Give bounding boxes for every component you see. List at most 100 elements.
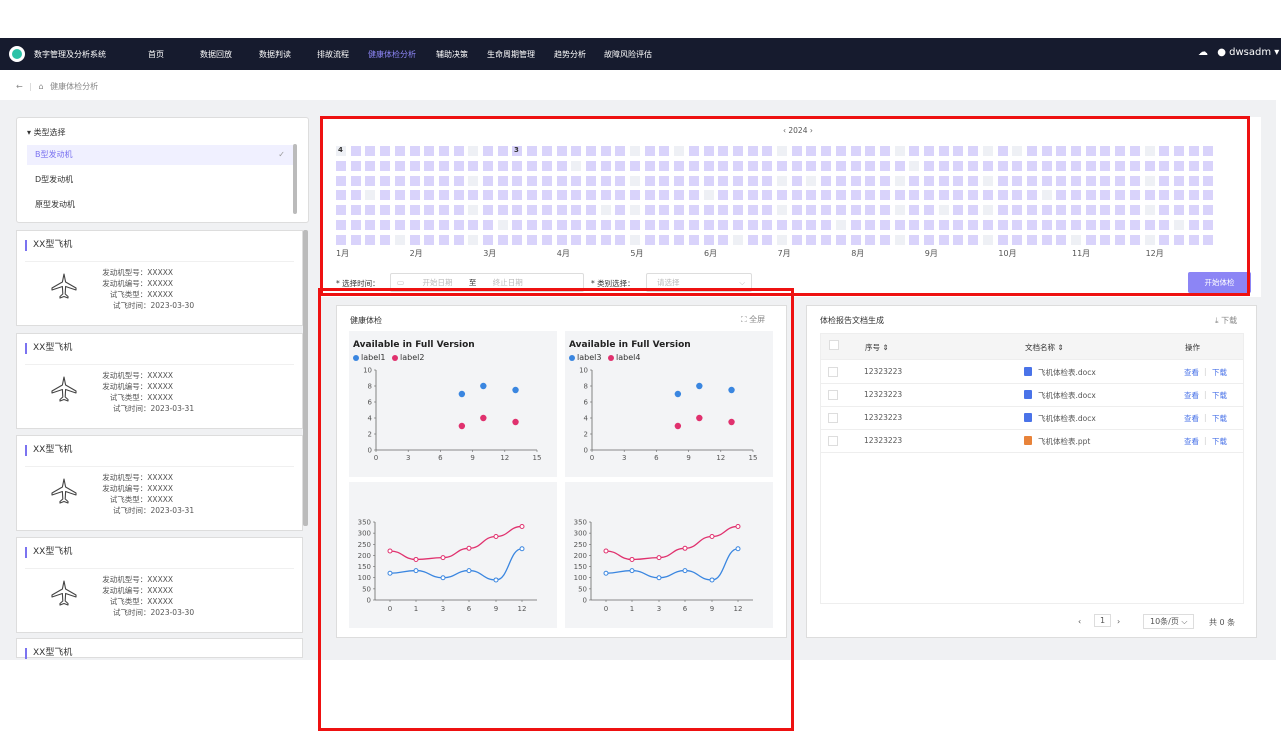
x-tick-label: 12 (734, 605, 743, 613)
col-doc-name[interactable]: 文档名称 ⇕ (1025, 342, 1064, 353)
x-tick-label: 15 (533, 454, 542, 462)
row-no: 12323223 (864, 413, 903, 422)
scatter-point[interactable] (728, 386, 735, 394)
y-tick-label: 200 (574, 552, 587, 560)
scatter-point[interactable] (480, 382, 487, 390)
y-tick-label: 0 (583, 597, 587, 605)
scatter-point[interactable] (674, 390, 682, 398)
row-checkbox[interactable] (828, 367, 838, 377)
line-point[interactable] (413, 568, 419, 574)
x-tick-label: 6 (683, 605, 688, 613)
download-link[interactable]: 下载 (1212, 367, 1227, 378)
x-tick-label: 1 (414, 605, 418, 613)
download-button[interactable]: ⤓ 下载 (1215, 315, 1237, 326)
row-checkbox[interactable] (828, 390, 838, 400)
scatter-point[interactable] (512, 386, 519, 394)
scatter-point[interactable] (728, 418, 735, 426)
download-link[interactable]: 下载 (1212, 390, 1227, 401)
view-link[interactable]: 查看 (1184, 436, 1199, 447)
report-title: 体检报告文档生成 (820, 316, 884, 325)
pagination-next[interactable]: › (1117, 617, 1120, 626)
pagination-page[interactable]: 1 (1094, 614, 1112, 627)
line-point[interactable] (603, 570, 609, 576)
y-tick-label: 4 (368, 415, 373, 423)
table-row: 12323223 飞机体检表.docx 查看 | 下载 (820, 384, 1244, 407)
row-checkbox[interactable] (828, 436, 838, 446)
line-point[interactable] (656, 575, 662, 581)
col-action: 操作 (1185, 343, 1200, 352)
x-tick-label: 0 (388, 605, 392, 613)
select-all-checkbox[interactable] (829, 340, 839, 350)
line-point[interactable] (387, 570, 393, 576)
line-point[interactable] (493, 533, 499, 539)
table-row: 12323223 飞机体检表.docx 查看 | 下载 (820, 407, 1244, 430)
pagination-prev[interactable]: ‹ (1078, 617, 1081, 626)
page-size-select[interactable]: 10条/页 ⌵ (1143, 614, 1195, 629)
y-tick-label: 2 (368, 431, 372, 439)
line-point[interactable] (656, 555, 662, 561)
y-tick-label: 350 (358, 519, 371, 527)
x-tick-label: 0 (374, 454, 378, 462)
x-tick-label: 12 (518, 605, 527, 613)
line-point[interactable] (735, 546, 741, 552)
line-point[interactable] (466, 545, 472, 551)
line-point[interactable] (519, 546, 525, 552)
scatter-point[interactable] (480, 414, 487, 422)
line-point[interactable] (440, 555, 446, 561)
line-point[interactable] (493, 577, 499, 583)
row-checkbox[interactable] (828, 413, 838, 423)
scatter-point[interactable] (458, 390, 466, 398)
y-tick-label: 4 (584, 415, 589, 423)
line-point[interactable] (629, 568, 635, 574)
x-tick-label: 9 (470, 454, 474, 462)
table-row: 12323223 飞机体检表.ppt 查看 | 下载 (820, 430, 1244, 453)
line-point[interactable] (519, 523, 525, 529)
x-tick-label: 6 (467, 605, 472, 613)
col-no[interactable]: 序号 ⇕ (865, 342, 889, 353)
download-link[interactable]: 下载 (1212, 436, 1227, 447)
line-series (389, 525, 523, 561)
line-point[interactable] (735, 523, 741, 529)
line-point[interactable] (413, 556, 419, 562)
view-link[interactable]: 查看 (1184, 367, 1199, 378)
word-file-icon (1024, 390, 1032, 399)
view-link[interactable]: 查看 (1184, 413, 1199, 424)
y-tick-label: 6 (368, 399, 373, 407)
row-doc-name: 飞机体检表.ppt (1038, 437, 1091, 446)
x-tick-label: 3 (657, 605, 661, 613)
row-no: 12323223 (864, 367, 903, 376)
y-tick-label: 0 (368, 447, 372, 455)
line-point[interactable] (387, 548, 393, 554)
line-point[interactable] (709, 577, 715, 583)
line-point[interactable] (709, 533, 715, 539)
view-link[interactable]: 查看 (1184, 390, 1199, 401)
x-tick-label: 3 (622, 454, 626, 462)
x-tick-label: 12 (500, 454, 509, 462)
link-divider: | (1204, 367, 1207, 376)
x-tick-label: 6 (654, 454, 659, 462)
row-doc-name: 飞机体检表.docx (1038, 391, 1096, 400)
y-tick-label: 8 (368, 383, 372, 391)
x-tick-label: 9 (710, 605, 714, 613)
line-point[interactable] (682, 545, 688, 551)
row-no: 12323223 (864, 390, 903, 399)
line-series (605, 525, 739, 561)
line-point[interactable] (466, 568, 472, 574)
scatter-point[interactable] (674, 422, 682, 430)
x-tick-label: 9 (494, 605, 498, 613)
line-point[interactable] (682, 568, 688, 574)
link-divider: | (1204, 413, 1207, 422)
y-tick-label: 350 (574, 519, 587, 527)
line-point[interactable] (603, 548, 609, 554)
scatter-point[interactable] (512, 418, 519, 426)
x-tick-label: 3 (441, 605, 445, 613)
word-file-icon (1024, 367, 1032, 376)
y-tick-label: 150 (574, 563, 587, 571)
download-link[interactable]: 下载 (1212, 413, 1227, 424)
scatter-point[interactable] (458, 422, 466, 430)
scatter-point[interactable] (696, 382, 703, 390)
scatter-point[interactable] (696, 414, 703, 422)
line-point[interactable] (440, 575, 446, 581)
line-point[interactable] (629, 556, 635, 562)
row-no: 12323223 (864, 436, 903, 445)
